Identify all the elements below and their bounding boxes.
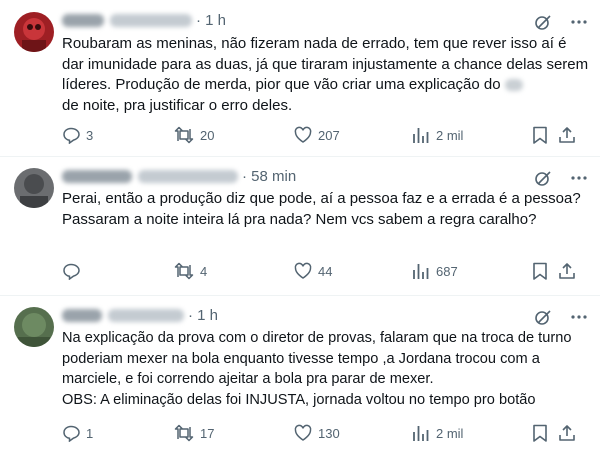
retweet-button[interactable]: 17	[174, 423, 214, 443]
like-button[interactable]: 207	[294, 125, 340, 145]
bookmark-button[interactable]	[532, 423, 548, 443]
share-icon	[559, 263, 575, 279]
display-name-blurred[interactable]	[62, 308, 102, 322]
views-icon	[413, 264, 429, 279]
avatar[interactable]	[14, 12, 54, 52]
more-icon[interactable]	[570, 308, 588, 326]
views-button[interactable]: 2 mil	[412, 125, 463, 145]
tweet-text: Roubaram as meninas, não fizeram nada de…	[62, 35, 589, 114]
timestamp[interactable]: · 58 min	[242, 168, 296, 185]
views-button[interactable]: 2 mil	[412, 423, 463, 443]
views-icon	[413, 128, 429, 143]
tweet-actions: 3 20 207 2 mil	[62, 125, 588, 145]
retweet-icon	[174, 424, 194, 442]
handle-blurred[interactable]	[110, 13, 192, 27]
tweet-header: · 1 h	[62, 10, 226, 30]
tweet-actions: 1 17 130 2 mil	[62, 423, 588, 443]
like-icon	[294, 262, 312, 279]
handle-blurred[interactable]	[108, 308, 184, 322]
handle-blurred[interactable]	[138, 169, 238, 183]
redacted-word	[504, 79, 523, 92]
reply-button[interactable]	[62, 261, 86, 281]
tweet-text: Perai, então a produção diz que pode, aí…	[62, 190, 581, 228]
bookmark-button[interactable]	[532, 261, 548, 281]
reply-button[interactable]: 1	[62, 423, 93, 443]
grok-icon[interactable]	[534, 308, 552, 326]
bookmark-icon	[533, 424, 547, 442]
retweet-icon	[174, 262, 194, 280]
reply-button[interactable]: 3	[62, 125, 93, 145]
more-icon[interactable]	[570, 13, 588, 31]
tweet-header-actions	[534, 12, 588, 32]
tweet[interactable]: · 1 h Roubaram as meninas, não fizeram n…	[0, 0, 600, 156]
like-icon	[294, 126, 312, 143]
timestamp[interactable]: · 1 h	[196, 12, 226, 29]
tweet-header: · 1 h	[62, 305, 218, 325]
retweet-button[interactable]: 20	[174, 125, 214, 145]
display-name-blurred[interactable]	[62, 169, 132, 183]
tweet[interactable]: · 1 h Na explicação da prova com o diret…	[0, 295, 600, 459]
timestamp[interactable]: · 1 h	[188, 307, 218, 324]
tweet[interactable]: · 58 min Perai, então a produção diz que…	[0, 156, 600, 295]
like-button[interactable]: 130	[294, 423, 340, 443]
tweet-actions: 4 44 687	[62, 261, 588, 281]
tweet-header: · 58 min	[62, 166, 296, 186]
more-icon[interactable]	[570, 169, 588, 187]
share-icon	[559, 425, 575, 441]
retweet-icon	[174, 126, 194, 144]
retweet-button[interactable]: 4	[174, 261, 207, 281]
share-button[interactable]	[558, 261, 576, 281]
like-icon	[294, 424, 312, 441]
views-icon	[413, 426, 429, 441]
bookmark-icon	[533, 126, 547, 144]
grok-icon[interactable]	[534, 13, 552, 31]
views-button[interactable]: 687	[412, 261, 458, 281]
display-name-blurred[interactable]	[62, 13, 104, 27]
grok-icon[interactable]	[534, 169, 552, 187]
avatar[interactable]	[14, 307, 54, 347]
avatar[interactable]	[14, 168, 54, 208]
tweet-header-actions	[534, 168, 588, 188]
reply-icon	[63, 263, 80, 280]
share-icon	[559, 127, 575, 143]
bookmark-icon	[533, 262, 547, 280]
reply-icon	[63, 127, 80, 144]
share-button[interactable]	[558, 125, 576, 145]
tweet-text: Na explicação da prova com o diretor de …	[62, 330, 572, 408]
share-button[interactable]	[558, 423, 576, 443]
reply-icon	[63, 425, 80, 442]
tweet-header-actions	[534, 307, 588, 327]
like-button[interactable]: 44	[294, 261, 332, 281]
bookmark-button[interactable]	[532, 125, 548, 145]
